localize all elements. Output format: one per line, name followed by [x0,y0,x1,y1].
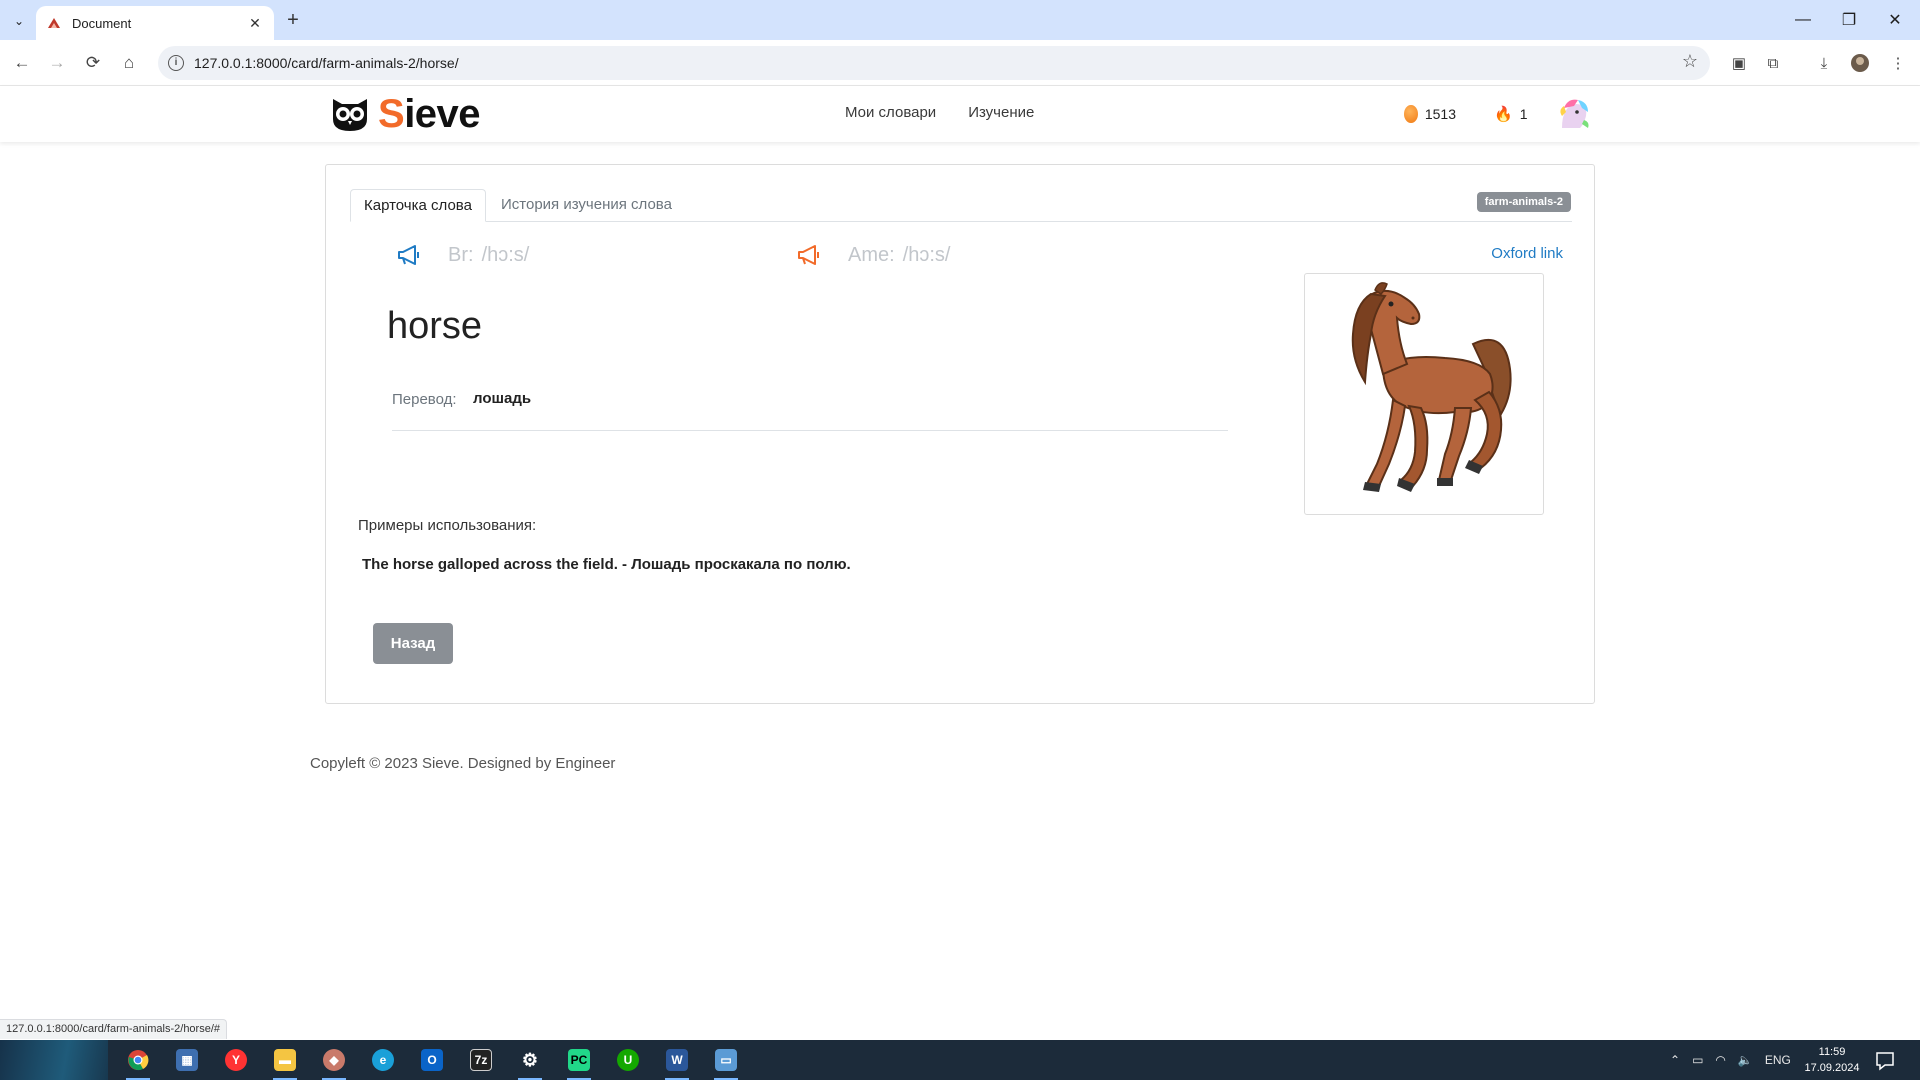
logo-text: Sieve [378,91,481,136]
user-avatar[interactable] [1554,94,1594,134]
language-indicator[interactable]: ENG [1765,1053,1791,1067]
site-header: Sieve Мои словари Изучение 1513 🔥 1 [0,86,1920,142]
pycharm-taskbar-icon[interactable]: PC [559,1040,599,1080]
coins-value: 1513 [1424,106,1456,122]
clock-time: 11:59 [1818,1046,1846,1058]
translation-row: Перевод: лошадь [392,389,1228,431]
example-sentence: The horse galloped across the field. - Л… [362,556,851,573]
browser-tab[interactable]: Document ✕ [36,6,274,40]
site-info-icon[interactable]: i [168,55,184,71]
extensions-puzzle-icon[interactable]: ⧉ [1762,52,1784,74]
tab-word-card[interactable]: Карточка слова [350,189,486,222]
upwork-taskbar-icon[interactable]: U [608,1040,648,1080]
nav-study[interactable]: Изучение [968,104,1034,121]
nav-my-dictionaries[interactable]: Мои словари [845,104,936,121]
back-arrow-icon[interactable]: ← [10,51,34,75]
app-taskbar-icon[interactable]: ◆ [314,1040,354,1080]
pronunciation-british: Br: /hɔ:s/ [396,243,529,267]
status-bar-url: 127.0.0.1:8000/card/farm-animals-2/horse… [0,1019,228,1039]
browser-menu-icon[interactable]: ⋮ [1887,52,1909,74]
word-title: horse [387,305,483,347]
streak-value: 1 [1519,106,1528,122]
ame-ipa: /hɔ:s/ [902,243,951,266]
browser-tabstrip: ⌄ Document ✕ + — ❐ ✕ [0,0,1920,40]
clock-date: 17.09.2024 [1804,1062,1860,1074]
window-taskbar-icon[interactable]: ▭ [706,1040,746,1080]
battery-icon[interactable]: ▭ [1692,1053,1703,1067]
forward-arrow-icon[interactable]: → [45,51,69,75]
megaphone-br-icon[interactable] [396,243,422,267]
bookmark-star-icon[interactable]: ☆ [1682,51,1698,72]
word-image [1304,273,1544,515]
coins-counter[interactable]: 1513 [1394,98,1466,130]
settings-taskbar-icon[interactable]: ⚙ [510,1040,550,1080]
taskbar-clock[interactable]: 11:59 17.09.2024 [1792,1044,1872,1076]
owl-logo-icon [333,99,367,131]
calculator-taskbar-icon[interactable]: ▦ [167,1040,207,1080]
br-label: Br: [448,243,474,266]
downloads-icon[interactable]: ⤓ [1813,52,1835,74]
start-button[interactable] [0,1040,108,1080]
megaphone-ame-icon[interactable] [796,243,822,267]
explorer-taskbar-icon[interactable]: ▬ [265,1040,305,1080]
extension-off-icon[interactable]: ▣ [1728,52,1750,74]
tray-chevron-icon[interactable]: ⌃ [1670,1053,1680,1067]
word-taskbar-icon[interactable]: W [657,1040,697,1080]
favicon-icon [48,18,60,28]
new-tab-icon[interactable]: + [282,9,304,32]
minimize-icon[interactable]: — [1780,6,1826,34]
word-card: Карточка слова История изучения слова fa… [325,164,1595,704]
outlook-taskbar-icon[interactable]: O [412,1040,452,1080]
windows-taskbar: ▦ Y ▬ ◆ e O 7z ⚙ PC U W ▭ ⌃ ▭ ◠ 🔈 ENG 11… [0,1040,1920,1080]
browser-toolbar: ← → ⟳ ⌂ i 127.0.0.1:8000/card/farm-anima… [0,40,1920,86]
main-nav: Мои словари Изучение [845,104,1034,121]
wifi-icon[interactable]: ◠ [1715,1053,1725,1067]
card-tabs: Карточка слова История изучения слова [350,189,1572,222]
tab-close-icon[interactable]: ✕ [246,15,264,32]
system-tray: ⌃ ▭ ◠ 🔈 ENG [1670,1040,1791,1080]
yandex-taskbar-icon[interactable]: Y [216,1040,256,1080]
back-button[interactable]: Назад [373,623,453,664]
translation-label: Перевод: [392,391,457,408]
coin-icon [1404,105,1418,123]
site-footer: Copyleft © 2023 Sieve. Designed by Engin… [310,755,616,772]
close-window-icon[interactable]: ✕ [1872,6,1918,34]
edge-taskbar-icon[interactable]: e [363,1040,403,1080]
translation-value: лошадь [473,390,532,407]
oxford-link[interactable]: Oxford link [1491,245,1563,262]
tab-word-history[interactable]: История изучения слова [488,189,685,222]
pronunciation-american: Ame: /hɔ:s/ [796,243,950,267]
chrome-taskbar-icon[interactable] [118,1040,158,1080]
ame-label: Ame: [848,243,895,266]
flame-icon: 🔥 [1494,106,1513,123]
horse-illustration [1351,282,1512,492]
streak-counter[interactable]: 🔥 1 [1484,98,1530,130]
reload-icon[interactable]: ⟳ [81,51,105,75]
restore-icon[interactable]: ❐ [1826,6,1872,34]
tab-search-icon[interactable]: ⌄ [8,10,30,32]
dictionary-badge: farm-animals-2 [1476,192,1571,212]
address-bar[interactable]: i 127.0.0.1:8000/card/farm-animals-2/hor… [158,46,1710,80]
profile-icon[interactable] [1849,52,1871,74]
br-ipa: /hɔ:s/ [481,243,530,266]
tab-title: Document [72,15,132,31]
address-url[interactable]: 127.0.0.1:8000/card/farm-animals-2/horse… [194,55,459,71]
7zip-taskbar-icon[interactable]: 7z [461,1040,501,1080]
notification-icon[interactable] [1874,1049,1896,1071]
site-logo[interactable]: Sieve [330,91,481,136]
volume-icon[interactable]: 🔈 [1738,1053,1753,1067]
examples-label: Примеры использования: [358,517,537,534]
home-icon[interactable]: ⌂ [117,51,141,75]
